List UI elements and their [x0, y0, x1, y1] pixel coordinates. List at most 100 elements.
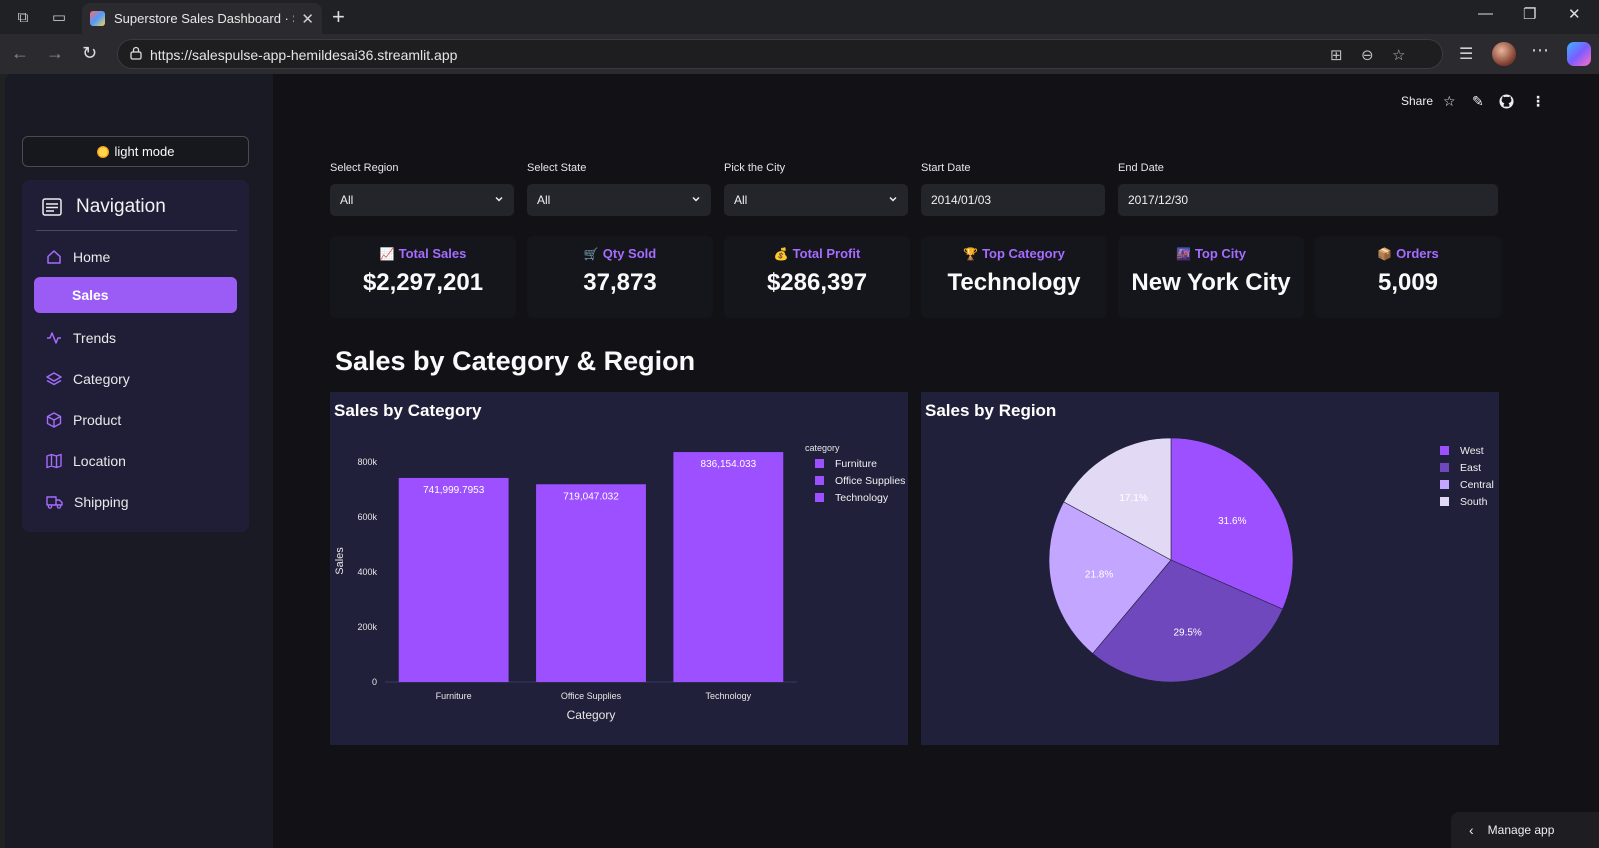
y-axis-title: Sales	[334, 547, 346, 575]
y-tick-label: 200k	[357, 622, 377, 632]
legend-swatch	[1440, 497, 1449, 506]
slice-percent-label: 17.1%	[1119, 493, 1147, 504]
star-icon[interactable]: ☆	[1443, 93, 1456, 110]
sidebar-item-label: Location	[73, 453, 126, 469]
start-date-input[interactable]: 2014/01/03	[921, 184, 1105, 216]
slice-percent-label: 29.5%	[1173, 627, 1201, 638]
sidebar-item-trends[interactable]: Trends	[34, 320, 237, 356]
kpi-qty-sold: 🛒 Qty Sold 37,873	[527, 236, 713, 318]
legend-swatch	[815, 459, 824, 468]
legend-label: Furniture	[835, 458, 877, 470]
back-icon[interactable]: ←	[11, 43, 29, 64]
chart-emoji-icon: 📈	[379, 247, 395, 261]
chart-title: Sales by Region	[925, 401, 1057, 420]
kpi-label: Top Category	[982, 246, 1065, 261]
kpi-label: Total Sales	[398, 246, 467, 261]
money-bag-icon: 💰	[773, 247, 789, 261]
url-text: https://salespulse-app-hemildesai36.stre…	[150, 47, 458, 63]
city-select[interactable]: All	[724, 184, 908, 216]
edit-icon[interactable]: ✎	[1472, 93, 1484, 110]
workspaces-icon[interactable]: ⧉	[12, 6, 34, 28]
pie-chart-svg: 31.6% 29.5% 21.8% 17.1% West East Central South	[1048, 437, 1494, 683]
sidebar-item-label: Shipping	[74, 494, 129, 510]
filter-label: Pick the City	[724, 162, 786, 174]
sidebar-item-label: Category	[73, 371, 130, 387]
lock-icon[interactable]	[130, 46, 142, 60]
state-select[interactable]: All	[527, 184, 711, 216]
navigation-title: Navigation	[76, 196, 166, 217]
y-tick-label: 400k	[357, 567, 377, 577]
sidebar-item-category[interactable]: Category	[34, 361, 237, 397]
filter-label: Select Region	[330, 162, 399, 174]
x-tick-label: Office Supplies	[561, 691, 622, 701]
kpi-value: Technology	[947, 269, 1081, 296]
sales-by-category-chart: Sales by Category 0 200k 400k 600k 800k 741,9…	[330, 392, 908, 745]
sidebar-item-product[interactable]: Product	[34, 402, 237, 438]
kpi-top-city: 🌆 Top City New York City	[1118, 236, 1304, 318]
end-date-input[interactable]: 2017/12/30	[1118, 184, 1498, 216]
light-mode-button[interactable]: light mode	[22, 136, 249, 167]
slice-percent-label: 21.8%	[1085, 570, 1113, 581]
legend-label: South	[1460, 496, 1488, 508]
more-options-icon[interactable]: ⋯	[1531, 40, 1549, 61]
github-icon[interactable]	[1499, 94, 1514, 109]
zoom-icon[interactable]: ⊖	[1361, 46, 1374, 64]
truck-icon	[46, 496, 63, 509]
select-value: All	[537, 193, 551, 207]
date-value: 2017/12/30	[1128, 193, 1189, 207]
map-icon	[46, 453, 62, 469]
browser-tab-bar: ⧉ ▭ Superstore Sales Dashboard · Stre ✕ …	[0, 0, 1599, 34]
restore-icon[interactable]: ❐	[1523, 5, 1536, 23]
close-window-icon[interactable]: ✕	[1568, 5, 1581, 23]
home-icon	[47, 250, 61, 264]
forward-icon[interactable]: →	[46, 43, 64, 64]
trophy-icon: 🏆	[963, 247, 979, 261]
chevron-down-icon	[889, 196, 897, 202]
legend-label: West	[1460, 445, 1484, 457]
kpi-orders: 📦 Orders 5,009	[1315, 236, 1501, 318]
minimize-icon[interactable]: —	[1478, 5, 1493, 22]
x-tick-label: Technology	[706, 691, 752, 701]
legend-title: category	[805, 443, 840, 453]
filter-label: Start Date	[921, 162, 971, 174]
kpi-label: Total Profit	[792, 246, 861, 261]
chevron-down-icon	[692, 196, 700, 202]
legend-label: Technology	[835, 492, 889, 504]
kpi-value: 5,009	[1377, 269, 1439, 296]
reload-icon[interactable]: ↻	[82, 43, 97, 64]
sidebar: light mode Navigation Home Sales Trends …	[5, 74, 273, 848]
tab-actions-icon[interactable]: ▭	[48, 6, 70, 28]
bar	[536, 484, 646, 682]
select-value: All	[734, 193, 748, 207]
cart-emoji-icon: 🛒	[583, 247, 599, 261]
manage-app-label: Manage app	[1487, 823, 1555, 837]
sidebar-item-home[interactable]: Home	[34, 239, 237, 275]
manage-app-button[interactable]: ‹ Manage app	[1451, 812, 1599, 848]
legend-swatch	[1440, 480, 1449, 489]
profile-avatar[interactable]	[1492, 42, 1516, 66]
reader-view-icon[interactable]: ⊞	[1330, 46, 1343, 64]
share-button[interactable]: Share	[1401, 94, 1433, 108]
new-tab-icon[interactable]: +	[332, 4, 345, 30]
url-field[interactable]: https://salespulse-app-hemildesai36.stre…	[117, 39, 1443, 69]
section-title: Sales by Category & Region	[335, 346, 696, 376]
address-bar: ← → ↻ https://salespulse-app-hemildesai3…	[0, 34, 1599, 74]
x-tick-label: Furniture	[436, 691, 472, 701]
close-tab-icon[interactable]: ✕	[301, 10, 314, 28]
y-tick-label: 0	[372, 677, 377, 687]
kpi-value: $286,397	[766, 269, 868, 296]
sidebar-item-label: Sales	[72, 287, 109, 303]
kpi-top-category: 🏆 Top Category Technology	[921, 236, 1107, 318]
bar-value-label: 719,047.032	[563, 491, 619, 502]
copilot-icon[interactable]	[1567, 42, 1591, 66]
favorite-star-icon[interactable]: ☆	[1392, 46, 1405, 64]
region-select[interactable]: All	[330, 184, 514, 216]
sidebar-item-sales[interactable]: Sales	[34, 277, 237, 313]
cityscape-icon: 🌆	[1176, 247, 1191, 261]
more-menu-icon[interactable]: ⋮	[1531, 93, 1545, 110]
kpi-value: New York City	[1131, 269, 1291, 296]
sidebar-item-shipping[interactable]: Shipping	[34, 484, 237, 520]
favorites-icon[interactable]: ☰	[1459, 44, 1473, 64]
sidebar-item-location[interactable]: Location	[34, 443, 237, 479]
browser-tab[interactable]: Superstore Sales Dashboard · Stre ✕	[82, 3, 322, 34]
